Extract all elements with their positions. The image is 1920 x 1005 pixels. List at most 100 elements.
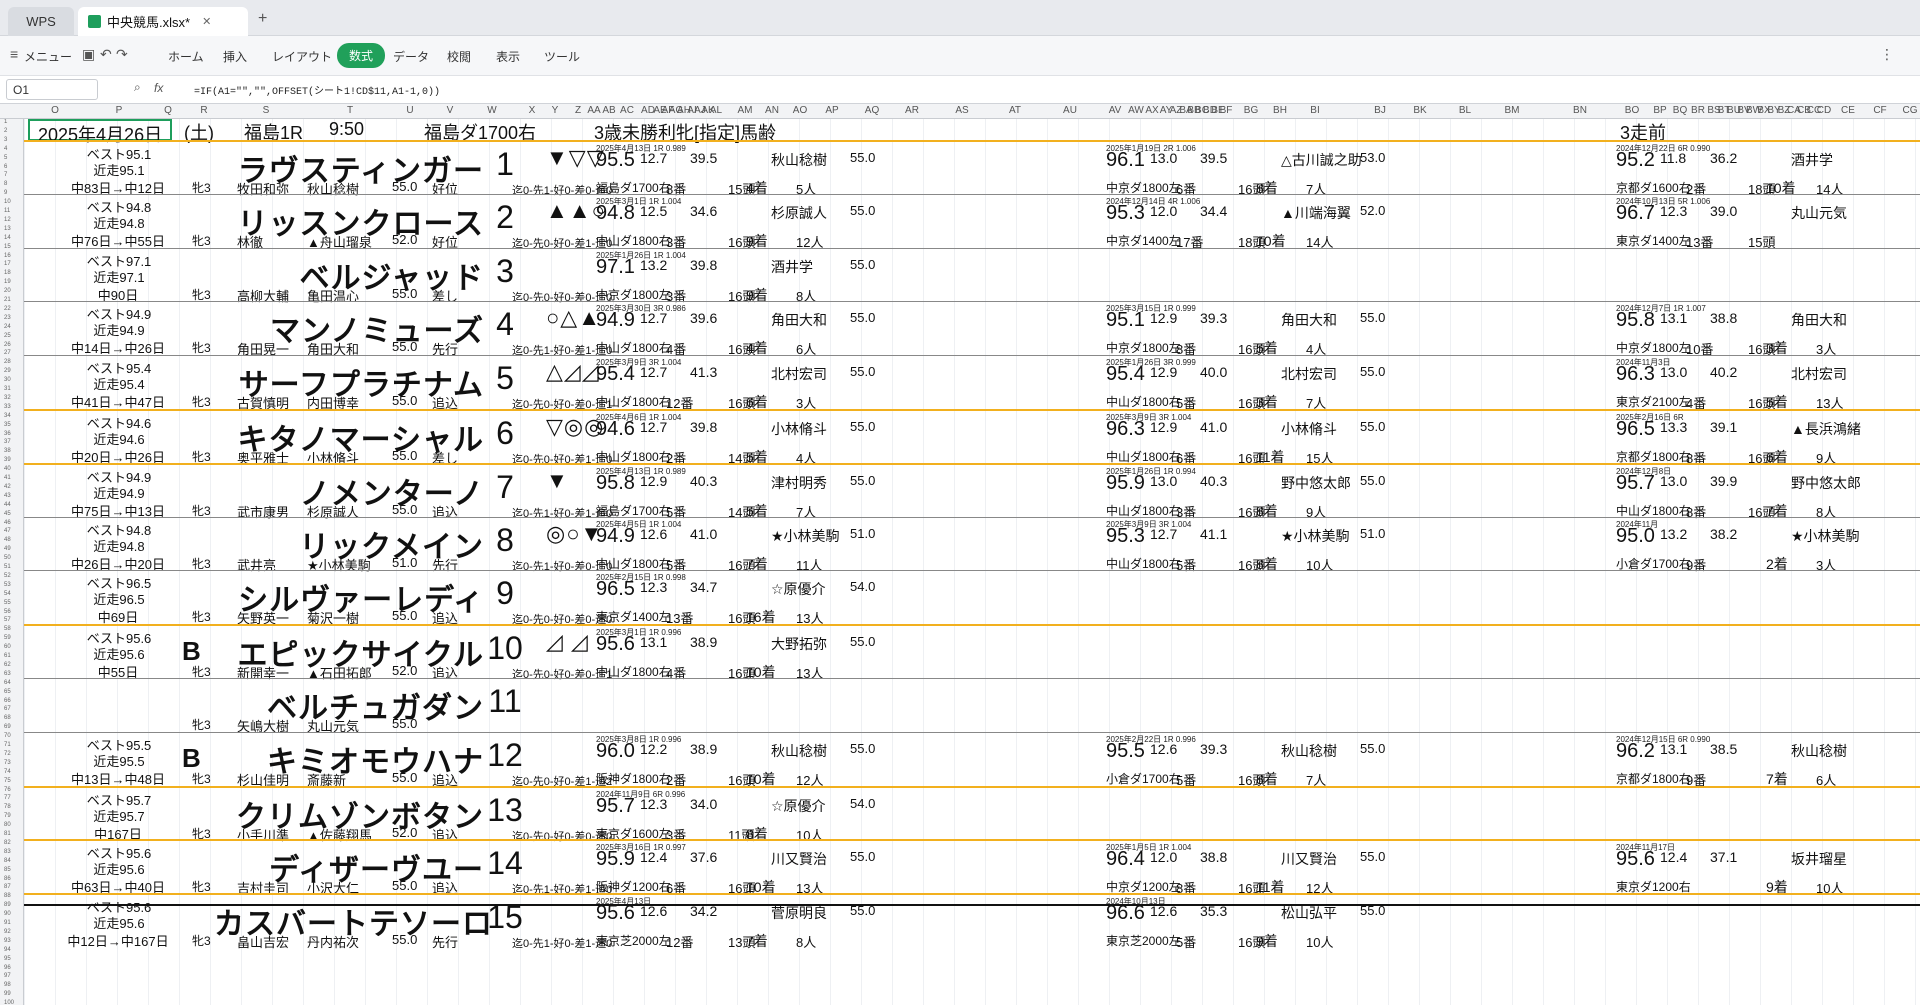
row-number[interactable]: 49 (4, 546, 11, 552)
row-number[interactable]: 53 (4, 582, 11, 588)
past-race-3[interactable]: 2024年11月3日 96.3 13.0 40.2 北村宏司 東京ダ2100左 4番 16頭 5… (1616, 356, 1920, 411)
row-number[interactable]: 78 (4, 804, 11, 810)
sheet-grid[interactable]: 2025年4月26日 (土) 福島1R 9:50 福島ダ1700右 3歳未勝利牝… (24, 119, 1920, 1005)
past-race-1[interactable]: 2025年3月30日 3R 0.986 94.9 12.7 39.6 角田大和 55.0 中… (596, 302, 996, 357)
row-number[interactable]: 63 (4, 671, 11, 677)
row-number[interactable]: 36 (4, 431, 11, 437)
column-letter[interactable]: BM (1505, 105, 1520, 116)
horse-row[interactable]: ベスト97.1 近走97.1 中90日 ベルジャッド 3 牝3 高柳大輔 亀田温心 55.0 差し… (24, 247, 1920, 304)
row-number[interactable]: 40 (4, 466, 11, 472)
row-number[interactable]: 10 (4, 199, 11, 205)
row-number[interactable]: 39 (4, 457, 11, 463)
horse-row[interactable]: ベスト95.4 近走95.4 中41日→中47日 サーフプラチナム 5 △◿◿ 牝3 古賀慎明… (24, 355, 1920, 411)
menu-item-formula[interactable]: 数式 (337, 43, 386, 68)
row-number[interactable]: 52 (4, 573, 11, 579)
row-number[interactable]: 18 (4, 270, 11, 276)
past-race-1[interactable]: 2025年2月15日 1R 0.998 96.5 12.3 34.7 ☆原優介 54.0 東… (596, 571, 996, 626)
row-number[interactable]: 74 (4, 769, 11, 775)
column-letter[interactable]: AC (620, 105, 634, 116)
column-letter[interactable]: AO (793, 105, 807, 116)
past-race-2[interactable]: 2025年1月26日 1R 0.994 95.9 13.0 40.3 野中悠太郎 55.0… (1106, 465, 1506, 520)
row-number[interactable]: 68 (4, 715, 11, 721)
row-number[interactable]: 87 (4, 884, 11, 890)
row-number[interactable]: 98 (4, 982, 11, 988)
menu-item-tools[interactable]: ツール (544, 48, 580, 65)
column-letter[interactable]: CG (1903, 105, 1918, 116)
column-letter[interactable]: Z (575, 105, 581, 116)
past-race-3[interactable]: 2024年12月7日 1R 1.007 95.8 13.1 38.8 角田大和 中京ダ18… (1616, 302, 1920, 357)
row-number[interactable]: 37 (4, 439, 11, 445)
row-number[interactable]: 1 (4, 119, 7, 125)
column-letter[interactable]: BJ (1374, 105, 1386, 116)
row-number[interactable]: 95 (4, 956, 11, 962)
horse-row[interactable]: ベスト96.5 近走96.5 中69日 シルヴァーレディ 9 牝3 矢野英一 菊沢一樹 55.0… (24, 570, 1920, 626)
row-number[interactable]: 32 (4, 395, 11, 401)
row-number[interactable]: 79 (4, 813, 11, 819)
column-letter[interactable]: BI (1310, 105, 1319, 116)
horse-row[interactable]: ベスト94.6 近走94.6 中20日→中26日 キタノマーシャル 6 ▽◎◎ 牝3 奥平雅士… (24, 409, 1920, 466)
column-letter[interactable]: O (51, 105, 59, 116)
column-letter[interactable]: BR (1691, 105, 1705, 116)
row-number[interactable]: 80 (4, 822, 11, 828)
row-number[interactable]: 99 (4, 991, 11, 997)
past-race-1[interactable]: 2025年3月8日 1R 0.996 96.0 12.2 38.9 秋山稔樹 55.0 阪神… (596, 733, 996, 788)
zoom-icon[interactable]: ⌕ (134, 80, 141, 95)
row-number[interactable]: 73 (4, 760, 11, 766)
column-letter[interactable]: W (487, 105, 496, 116)
menu-item-menu[interactable]: メニュー (24, 48, 72, 65)
menu-item-insert[interactable]: 挿入 (223, 48, 247, 65)
horse-row[interactable]: ベスト94.8 近走94.8 中26日→中20日 リックメイン 8 ◎○▼ 牝3 武井亮 ★小林… (24, 516, 1920, 573)
column-letter[interactable]: AT (1009, 105, 1021, 116)
row-number[interactable]: 66 (4, 698, 11, 704)
past-race-1[interactable]: 2025年3月1日 1R 1.004 94.8 12.5 34.6 杉原誠人 55.0 中山… (596, 195, 996, 250)
row-number[interactable]: 41 (4, 475, 11, 481)
menu-item-home[interactable]: ホーム (168, 48, 204, 65)
row-number[interactable]: 42 (4, 484, 11, 490)
column-letter[interactable]: AB (602, 105, 615, 116)
row-number[interactable]: 61 (4, 653, 11, 659)
row-number[interactable]: 50 (4, 555, 11, 561)
row-number[interactable]: 43 (4, 493, 11, 499)
past-race-3[interactable]: 2025年2月16日 6R 96.5 13.3 39.1 ▲長浜鴻緒 京都ダ1800右 8番… (1616, 411, 1920, 466)
more-icon[interactable]: ⋮ (1880, 46, 1894, 63)
row-number[interactable]: 65 (4, 689, 11, 695)
column-letter[interactable]: AR (905, 105, 919, 116)
row-number[interactable]: 89 (4, 902, 11, 908)
row-number[interactable]: 13 (4, 226, 11, 232)
column-letter[interactable]: AL (710, 105, 722, 116)
undo-icon[interactable]: ↶ (100, 46, 112, 63)
column-letter[interactable]: BN (1573, 105, 1587, 116)
row-number[interactable]: 46 (4, 520, 11, 526)
horse-row[interactable]: ベスト94.8 近走94.8 中76日→中55日 リッスンクロース 2 ▲▲○ 牝3 林徹 ▲舟… (24, 193, 1920, 250)
horse-row[interactable]: ベスト95.7 近走95.7 中167日 クリムゾンボタン 13 牝3 小手川準 ▲佐藤翔馬 5… (24, 785, 1920, 843)
row-number[interactable]: 11 (4, 208, 10, 214)
row-number[interactable]: 20 (4, 288, 11, 294)
past-race-2[interactable]: 2025年1月5日 1R 1.004 96.4 12.0 38.8 川又賢治 55.0 中京… (1106, 841, 1506, 896)
row-number[interactable]: 6 (4, 164, 7, 170)
column-letter[interactable]: BQ (1673, 105, 1687, 116)
row-number[interactable]: 96 (4, 965, 11, 971)
past-race-2[interactable]: 2025年1月26日 3R 0.999 95.4 12.9 40.0 北村宏司 55.0 中… (1106, 356, 1506, 411)
row-number[interactable]: 29 (4, 368, 11, 374)
row-number[interactable]: 15 (4, 244, 11, 250)
column-letter[interactable]: AA (587, 105, 600, 116)
past-race-3[interactable]: 2024年10月13日 5R 1.006 96.7 12.3 39.0 丸山元気 東京ダ1… (1616, 195, 1920, 250)
column-letter[interactable]: U (406, 105, 413, 116)
row-number[interactable]: 97 (4, 973, 11, 979)
row-number[interactable]: 93 (4, 938, 11, 944)
past-race-3[interactable]: 2024年12月8日 95.7 13.0 39.9 野中悠太郎 中山ダ1800右 8番 16頭… (1616, 465, 1920, 520)
column-letter[interactable]: T (347, 105, 353, 116)
horse-row[interactable]: ベスト95.5 近走95.5 中13日→中48日 B キミオモウハナ 12 牝3 杉山佳明 斎藤… (24, 731, 1920, 788)
row-number[interactable]: 3 (4, 137, 7, 143)
column-letter[interactable]: AW (1128, 105, 1144, 116)
row-number[interactable]: 76 (4, 787, 11, 793)
past-race-2[interactable]: 2024年12月14日 4R 1.006 95.3 12.0 34.4 ▲川端海翼 52.… (1106, 195, 1506, 250)
menu-item-view[interactable]: 表示 (496, 48, 520, 65)
menu-item-data[interactable]: データ (393, 48, 429, 65)
row-number[interactable]: 59 (4, 635, 11, 641)
row-number[interactable]: 34 (4, 413, 11, 419)
row-number[interactable]: 82 (4, 840, 11, 846)
row-number[interactable]: 64 (4, 680, 11, 686)
row-number[interactable]: 23 (4, 315, 11, 321)
column-letter[interactable]: CF (1873, 105, 1886, 116)
